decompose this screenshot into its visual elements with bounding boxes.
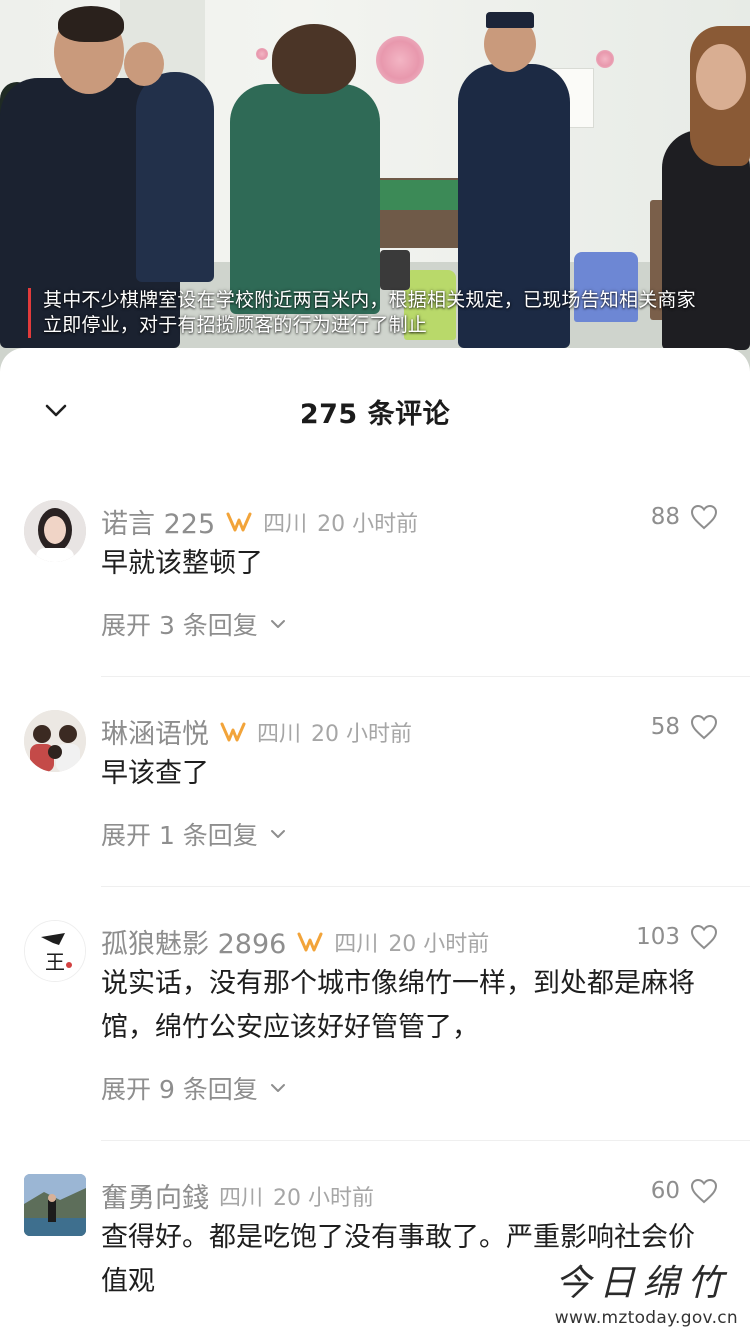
like-button[interactable]: 103 [636, 924, 718, 950]
comment-text: 说实话，没有那个城市像绵竹一样，到处都是麻将馆，绵竹公安应该好好管管了， [101, 968, 695, 1043]
username[interactable]: 奮勇向錢 [101, 1176, 209, 1215]
comment-item: 王 孤狼魅影 2896 四川 20 小时前 103 说实话，没有那个城市像绵竹一… [0, 918, 750, 1142]
trash-bin [380, 250, 410, 290]
heart-icon [690, 1178, 718, 1204]
woman-green-coat-hair [272, 24, 356, 94]
wall-rose-decoration [256, 48, 268, 60]
video-player[interactable]: 其中不少棋牌室设在学校附近两百米内，根据相关规定，已现场告知相关商家立即停业，对… [0, 0, 750, 372]
comment-meta: 琳涵语悦 四川 20 小时前 [101, 712, 412, 751]
chevron-down-icon [270, 1084, 285, 1092]
avatar-image: 王 [25, 921, 85, 981]
comment-location: 四川 [263, 511, 308, 537]
comment-meta: 孤狼魅影 2896 四川 20 小时前 [101, 922, 489, 961]
comment-item: 琳涵语悦 四川 20 小时前 58 早该查了 展开 1 条回复 [0, 708, 750, 888]
avatar-image [24, 710, 86, 772]
watermark-logo: 今日绵竹 [554, 1263, 731, 1304]
like-button[interactable]: 58 [651, 714, 718, 740]
video-caption: 其中不少棋牌室设在学校附近两百米内，根据相关规定，已现场告知相关商家立即停业，对… [28, 288, 708, 338]
expand-replies-label: 展开 9 条回复 [101, 1075, 258, 1104]
username[interactable]: 孤狼魅影 2896 [101, 922, 286, 961]
avatar-image [24, 1174, 86, 1236]
comment-sheet-header: 275 条评论 [0, 348, 750, 472]
avatar-image [24, 500, 86, 562]
avatar[interactable] [24, 1174, 86, 1236]
like-count: 103 [636, 924, 680, 950]
comment-text: 早该查了 [101, 758, 209, 789]
mahjong-table-top [372, 180, 466, 210]
wall-rose-decoration [596, 50, 614, 68]
chevron-down-icon [270, 830, 285, 838]
comment-count-title: 275 条评论 [299, 399, 451, 430]
avatar[interactable]: 王 [24, 920, 86, 982]
divider [101, 676, 750, 677]
wall-rose-decoration [376, 36, 424, 84]
expand-replies-label: 展开 1 条回复 [101, 821, 258, 850]
comment-text: 早就该整顿了 [101, 548, 263, 579]
comment-sheet: 275 条评论 诺言 225 四川 20 小时前 88 早就该整顿了 展开 3 … [0, 348, 750, 1327]
woman-right-face [696, 44, 746, 110]
heart-icon [690, 714, 718, 740]
heart-icon [690, 924, 718, 950]
comment-time: 20 小时前 [317, 511, 419, 537]
expand-replies-button[interactable]: 展开 3 条回复 [101, 606, 286, 642]
officer-back-head [124, 42, 164, 86]
svg-text:王: 王 [45, 950, 65, 974]
comment-time: 20 小时前 [273, 1185, 375, 1211]
like-button[interactable]: 60 [651, 1178, 718, 1204]
divider [101, 886, 750, 887]
woman-green-coat [230, 84, 380, 314]
divider [101, 1140, 750, 1141]
heart-icon [690, 504, 718, 530]
comment-location: 四川 [334, 931, 379, 957]
comment-meta: 诺言 225 四川 20 小时前 [101, 502, 418, 541]
avatar[interactable] [24, 500, 86, 562]
avatar[interactable] [24, 710, 86, 772]
username[interactable]: 琳涵语悦 [101, 712, 209, 751]
comment-time: 20 小时前 [388, 931, 490, 957]
username[interactable]: 诺言 225 [101, 502, 215, 541]
like-count: 60 [650, 1178, 680, 1204]
site-watermark: 今日绵竹 www.mztoday.gov.cn [548, 1254, 738, 1327]
officer-left-hair [58, 6, 124, 42]
vip-badge-icon [220, 722, 246, 741]
like-count: 88 [650, 504, 680, 530]
watermark-url: www.mztoday.gov.cn [554, 1308, 738, 1327]
expand-replies-label: 展开 3 条回复 [101, 611, 258, 640]
comment-item: 诺言 225 四川 20 小时前 88 早就该整顿了 展开 3 条回复 [0, 498, 750, 678]
vip-badge-icon [226, 512, 252, 531]
like-count: 58 [650, 714, 680, 740]
expand-replies-button[interactable]: 展开 1 条回复 [101, 816, 286, 852]
vip-badge-icon [297, 932, 323, 951]
comment-location: 四川 [257, 721, 302, 747]
comment-location: 四川 [219, 1185, 264, 1211]
chevron-down-icon [270, 620, 285, 628]
comment-meta: 奮勇向錢 四川 20 小时前 [101, 1176, 374, 1215]
officer-center-cap [486, 12, 534, 28]
comment-time: 20 小时前 [311, 721, 413, 747]
like-button[interactable]: 88 [651, 504, 718, 530]
expand-replies-button[interactable]: 展开 9 条回复 [101, 1070, 286, 1106]
officer-back [136, 72, 214, 282]
